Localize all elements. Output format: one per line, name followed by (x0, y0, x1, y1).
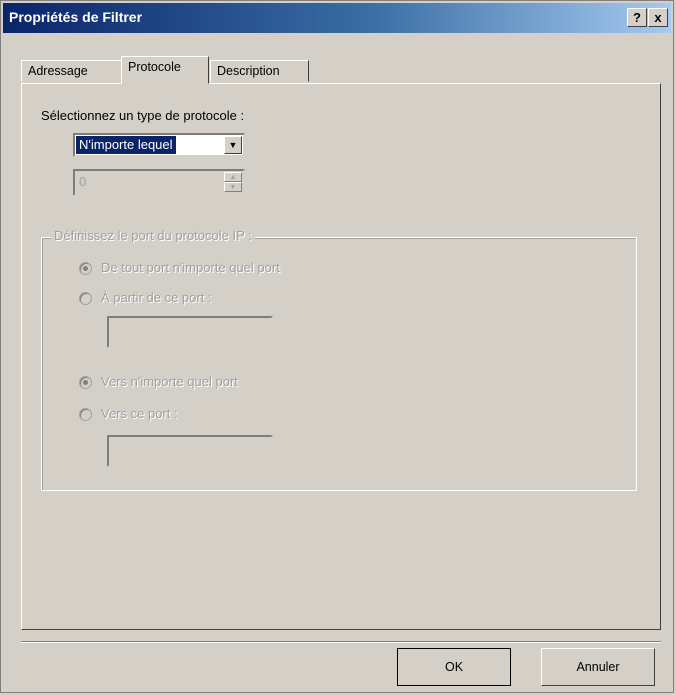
help-button[interactable]: ? (627, 8, 647, 27)
from-port-input[interactable] (107, 316, 273, 348)
protocol-type-value: N'importe lequel (76, 136, 176, 154)
window-title: Propriétés de Filtrer (9, 9, 143, 25)
port-group-title: Définissez le port du protocole IP : (51, 228, 255, 243)
to-this-port-label: Vers ce port : (101, 406, 178, 421)
protocol-type-label: Sélectionnez un type de protocole : (41, 108, 245, 123)
ok-button[interactable]: OK (397, 648, 511, 686)
protocol-number-value: 0 (79, 174, 87, 189)
spin-up-icon[interactable]: ▲ (224, 172, 242, 182)
to-this-port-radio[interactable] (79, 408, 92, 421)
from-any-port-label: De tout port n'importe quel port (101, 260, 280, 275)
tab-protocole[interactable]: Protocole (121, 56, 209, 84)
filter-properties-dialog: Propriétés de Filtrer ? x Adressage Prot… (0, 0, 674, 693)
title-bar: Propriétés de Filtrer ? x (3, 3, 671, 33)
to-any-port-label: Vers n'importe quel port (101, 374, 238, 389)
close-button[interactable]: x (648, 8, 668, 27)
spinner-buttons: ▲ ▼ (224, 172, 242, 193)
spin-down-icon[interactable]: ▼ (224, 182, 242, 192)
tab-adressage[interactable]: Adressage (21, 60, 123, 82)
to-port-input[interactable] (107, 435, 273, 467)
from-any-port-radio[interactable] (79, 262, 92, 275)
footer-divider (21, 641, 661, 643)
cancel-button[interactable]: Annuler (541, 648, 655, 686)
from-this-port-label: À partir de ce port : (101, 290, 212, 305)
from-this-port-radio[interactable] (79, 292, 92, 305)
to-any-port-radio[interactable] (79, 376, 92, 389)
protocol-type-select[interactable]: N'importe lequel ▼ (73, 133, 245, 157)
tab-description[interactable]: Description (210, 60, 309, 82)
protocol-number-spinner[interactable]: 0 ▲ ▼ (73, 169, 245, 196)
chevron-down-icon[interactable]: ▼ (224, 136, 242, 154)
